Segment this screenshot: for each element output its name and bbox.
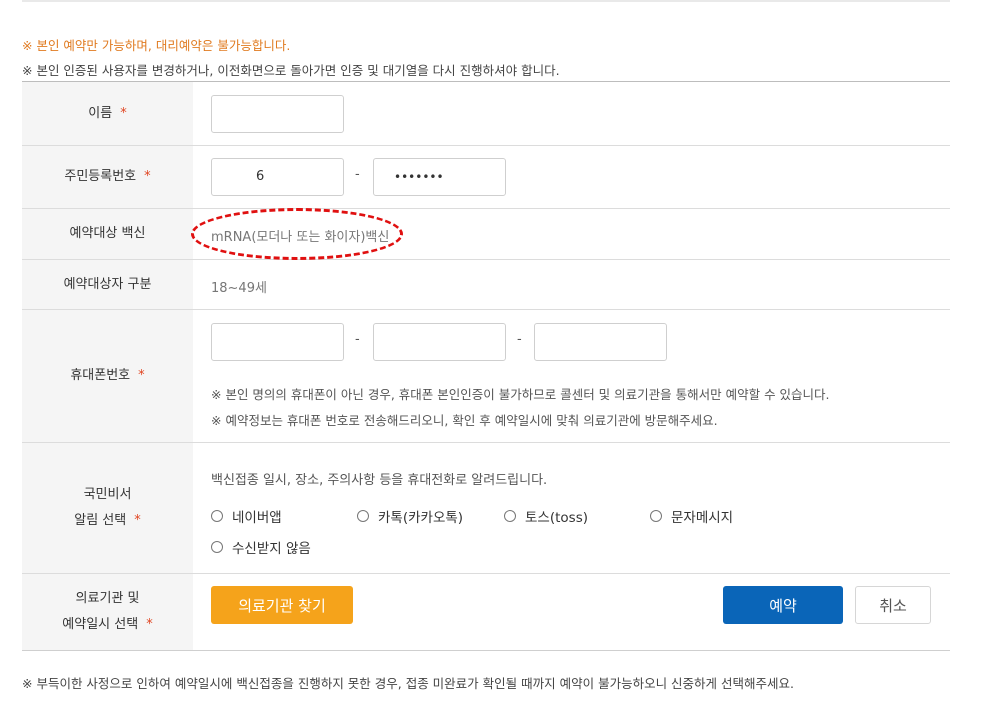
radio-sms[interactable]: 문자메시지 [650, 506, 733, 526]
name-label: 이름 * [22, 82, 193, 145]
rrn-separator: - [355, 167, 360, 182]
rrn-content: 6 - ••••••• [193, 146, 950, 208]
cancel-button[interactable]: 취소 [855, 586, 931, 624]
target-group-content: 18~49세 [193, 260, 950, 309]
rrn-row: 주민등록번호 * 6 - ••••••• [22, 146, 950, 209]
facility-content: 의료기관 찾기 예약 취소 [193, 574, 950, 650]
proxy-reservation-notice: ※ 본인 예약만 가능하며, 대리예약은 불가능합니다. [22, 38, 291, 53]
vaccine-row: 예약대상 백신 mRNA(모더나 또는 화이자)백신 [22, 208, 950, 260]
footer-notice: ※ 부득이한 사정으로 인하여 예약일시에 백신접종을 진행하지 못한 경우, … [22, 676, 794, 691]
facility-label-line2: 예약일시 선택 [62, 617, 139, 632]
name-content [193, 82, 950, 145]
target-group-value: 18~49세 [211, 281, 267, 296]
phone-input-1[interactable] [211, 323, 344, 361]
radio-kakaotalk[interactable]: 카톡(카카오톡) [357, 506, 463, 526]
rrn-label: 주민등록번호 * [22, 146, 193, 208]
radio-circle [504, 510, 516, 522]
target-group-label-text: 예약대상자 구분 [63, 276, 152, 292]
phone-row: 휴대폰번호 * - - ※ 본인 명의의 휴대폰이 아닌 경우, 휴대폰 본인인증… [22, 310, 950, 443]
notification-label-line1: 국민비서 [83, 487, 132, 502]
phone-input-2[interactable] [373, 323, 506, 361]
vaccine-content: mRNA(모더나 또는 화이자)백신 [191, 208, 950, 260]
reauth-notice: ※ 본인 인증된 사용자를 변경하거나, 이전화면으로 돌아가면 인증 및 대기… [22, 63, 560, 78]
target-group-row: 예약대상자 구분 18~49세 [22, 260, 950, 310]
required-mark: * [120, 105, 127, 121]
phone-content: - - ※ 본인 명의의 휴대폰이 아닌 경우, 휴대폰 본인인증이 불가하므로… [193, 310, 950, 442]
radio-label: 카톡(카카오톡) [378, 510, 464, 526]
required-mark: * [144, 169, 151, 184]
name-row: 이름 * [22, 82, 950, 146]
required-mark: * [146, 617, 153, 632]
name-input[interactable] [211, 95, 344, 133]
radio-label: 토스(toss) [525, 510, 588, 526]
radio-no-receive[interactable]: 수신받지 않음 [211, 537, 311, 557]
rrn-front-input[interactable]: 6 [211, 158, 344, 196]
facility-label: 의료기관 및 예약일시 선택 * [22, 574, 193, 650]
phone-label-text: 휴대폰번호 [70, 368, 131, 383]
notification-row: 국민비서 알림 선택 * 백신접종 일시, 장소, 주의사항 등을 휴대전화로 알… [22, 443, 950, 574]
required-mark: * [134, 513, 141, 528]
radio-label: 네이버앱 [232, 510, 282, 526]
phone-separator-1: - [355, 332, 360, 347]
reservation-form: 이름 * 주민등록번호 * 6 - ••••••• 예약대상 백신 mRNA(모더나… [22, 81, 950, 651]
top-divider [22, 0, 950, 2]
phone-input-3[interactable] [534, 323, 667, 361]
target-group-label: 예약대상자 구분 [22, 260, 193, 309]
name-label-text: 이름 [88, 105, 113, 121]
radio-label: 수신받지 않음 [232, 541, 311, 557]
radio-label: 문자메시지 [671, 510, 734, 526]
required-mark: * [138, 368, 145, 383]
rrn-label-text: 주민등록번호 [64, 169, 137, 184]
phone-separator-2: - [517, 332, 522, 347]
radio-naver-app[interactable]: 네이버앱 [211, 506, 282, 526]
facility-row: 의료기관 및 예약일시 선택 * 의료기관 찾기 예약 취소 [22, 574, 950, 651]
notification-label: 국민비서 알림 선택 * [22, 443, 193, 573]
notification-label-line2: 알림 선택 [74, 513, 127, 528]
phone-label: 휴대폰번호 * [22, 310, 193, 442]
phone-ownership-note: ※ 본인 명의의 휴대폰이 아닌 경우, 휴대폰 본인인증이 불가하므로 콜센터… [211, 387, 830, 402]
radio-circle [650, 510, 662, 522]
vaccine-label-text: 예약대상 백신 [69, 226, 146, 241]
radio-circle [211, 541, 223, 553]
reserve-button[interactable]: 예약 [723, 586, 843, 624]
radio-toss[interactable]: 토스(toss) [504, 506, 588, 526]
vaccine-label: 예약대상 백신 [22, 209, 193, 259]
radio-circle [357, 510, 369, 522]
find-facility-button[interactable]: 의료기관 찾기 [211, 586, 353, 624]
facility-label-line1: 의료기관 및 [75, 591, 140, 606]
phone-sms-note: ※ 예약정보는 휴대폰 번호로 전송해드리오니, 확인 후 예약일시에 맞춰 의… [211, 413, 718, 428]
rrn-back-input[interactable]: ••••••• [373, 158, 506, 196]
radio-circle [211, 510, 223, 522]
notification-content: 백신접종 일시, 장소, 주의사항 등을 휴대전화로 알려드립니다. 네이버앱 … [193, 443, 950, 573]
notification-desc: 백신접종 일시, 장소, 주의사항 등을 휴대전화로 알려드립니다. [211, 473, 548, 488]
highlight-ellipse [191, 208, 403, 260]
